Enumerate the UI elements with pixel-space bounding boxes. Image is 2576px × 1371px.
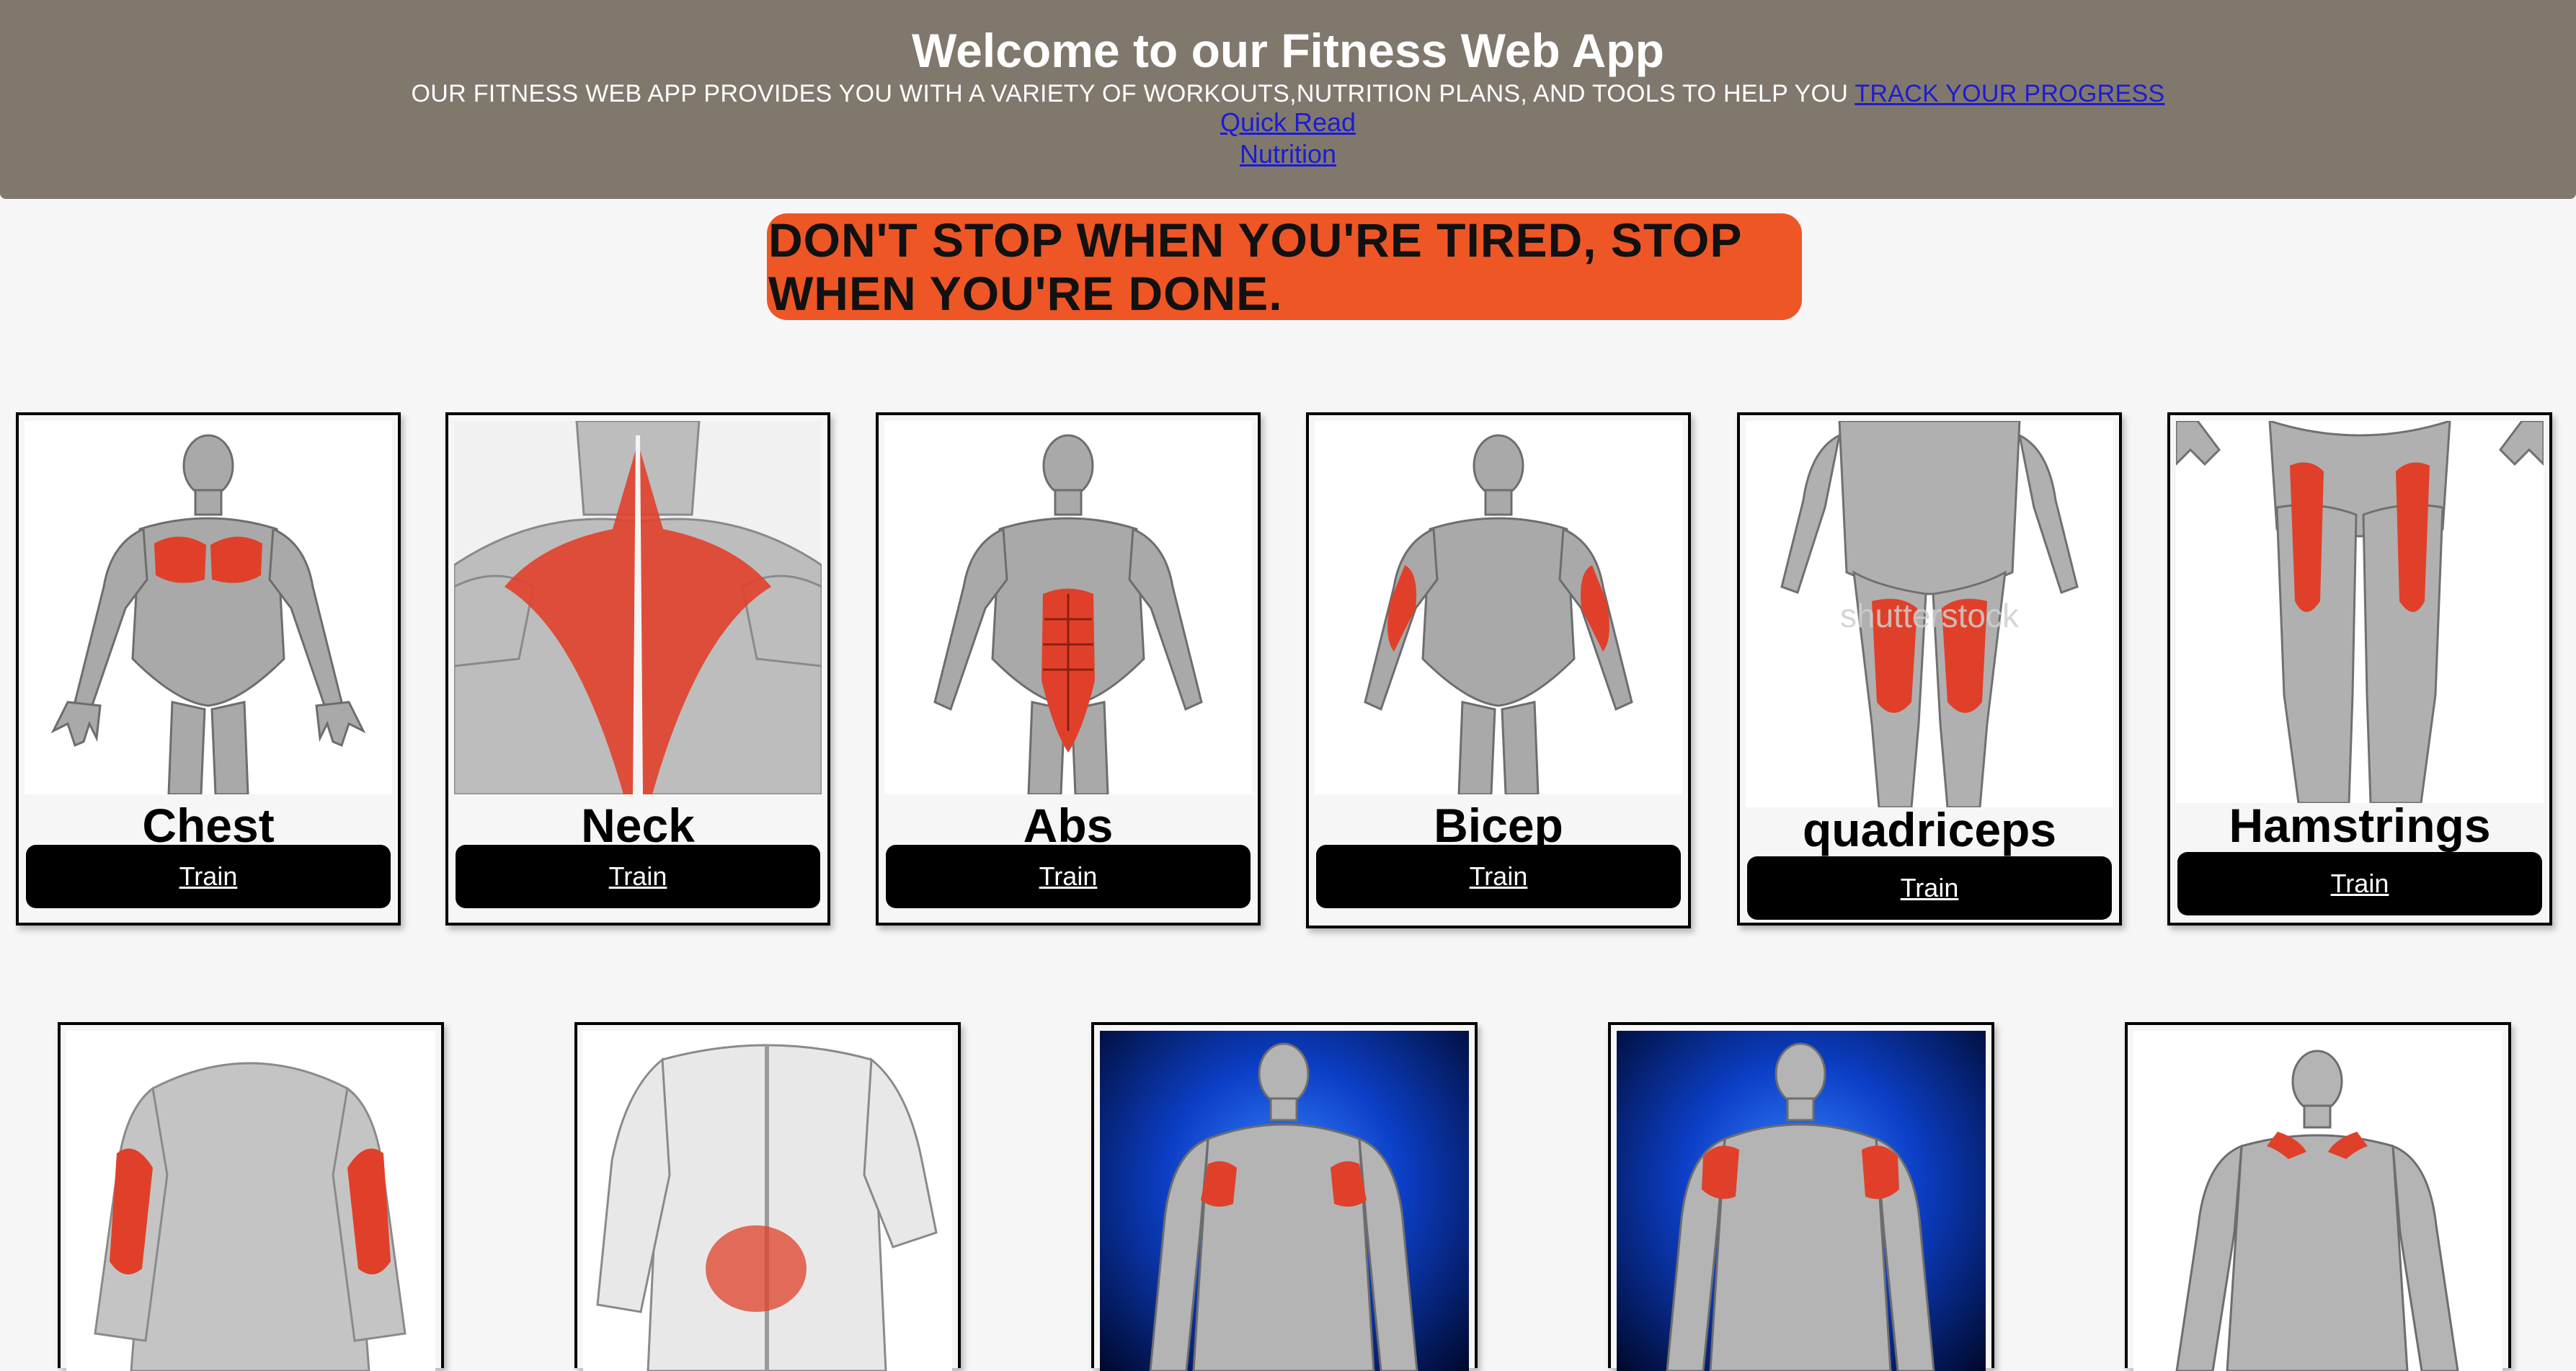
page-title: Welcome to our Fitness Web App (912, 24, 1664, 77)
nutrition-link[interactable]: Nutrition (1240, 139, 1336, 169)
abs-anatomy-image (884, 421, 1252, 794)
hamstrings-anatomy-image (2176, 421, 2544, 803)
quick-read-link[interactable]: Quick Read (1220, 107, 1356, 137)
traps-anatomy-image (2133, 1031, 2502, 1371)
watermark-text: shutterstock (1840, 597, 2020, 634)
card-title: Bicep (1434, 799, 1563, 852)
train-button[interactable]: Train (1747, 856, 2112, 920)
train-button[interactable]: Train (2177, 852, 2542, 915)
bicep-anatomy-image (1315, 421, 1682, 794)
train-button[interactable]: Train (26, 845, 391, 908)
muscle-card-abs: Abs Train (876, 412, 1261, 926)
card-title: Abs (1023, 799, 1114, 852)
muscle-card-neck: Neck Train (445, 412, 830, 926)
card-title: quadriceps (1802, 803, 2057, 856)
muscle-card-lower-back (574, 1022, 961, 1371)
neck-anatomy-image (454, 421, 822, 794)
muscle-card-shoulders (1608, 1022, 1994, 1371)
quadriceps-anatomy-image: shutterstock (1746, 421, 2113, 807)
chest-anatomy-image (25, 421, 392, 794)
muscle-card-chest: Chest Train (16, 412, 401, 926)
train-button[interactable]: Train (886, 845, 1251, 908)
card-title: Hamstrings (2229, 799, 2491, 852)
tagline: OUR FITNESS WEB APP PROVIDES YOU WITH A … (0, 76, 2576, 111)
muscle-card-traps (2125, 1022, 2511, 1371)
tagline-text: OUR FITNESS WEB APP PROVIDES YOU WITH A … (411, 80, 1849, 107)
card-title: Neck (581, 799, 695, 852)
muscle-card-bicep: Bicep Train (1306, 412, 1691, 928)
quote-line-2: WHEN YOU'RE DONE. (768, 267, 1283, 320)
train-button[interactable]: Train (1316, 845, 1681, 908)
track-progress-link[interactable]: TRACK YOUR PROGRESS (1855, 80, 2164, 107)
triceps-anatomy-image (66, 1031, 435, 1371)
train-button[interactable]: Train (456, 845, 820, 908)
shoulders-anatomy-image (1617, 1031, 1986, 1371)
muscle-card-quadriceps: shutterstock quadriceps Train (1737, 412, 2122, 926)
site-header: Welcome to our Fitness Web App OUR FITNE… (0, 0, 2576, 199)
muscle-card-triceps (58, 1022, 444, 1371)
lower-back-anatomy-image (583, 1031, 952, 1371)
motivational-quote: DON'T STOP WHEN YOU'RE TIRED, STOP WHEN … (767, 213, 1802, 320)
quote-line-1: DON'T STOP WHEN YOU'RE TIRED, STOP (768, 213, 1743, 267)
muscle-card-rear-deltoid (1091, 1022, 1478, 1371)
muscle-card-hamstrings: Hamstrings Train (2167, 412, 2552, 926)
rear-deltoid-anatomy-image (1100, 1031, 1469, 1371)
card-title: Chest (142, 799, 275, 852)
